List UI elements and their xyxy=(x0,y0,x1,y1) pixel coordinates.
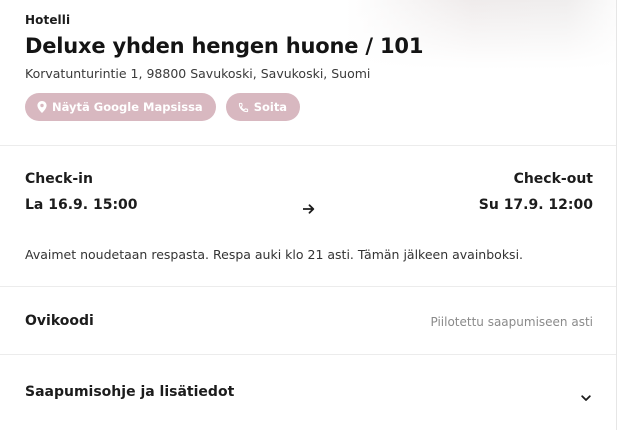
divider xyxy=(0,145,616,146)
arrival-info-label: Saapumisohje ja lisätiedot xyxy=(25,384,235,400)
phone-icon xyxy=(238,102,249,113)
arrow-right-icon xyxy=(302,199,315,218)
checkin-checkout-row: Check-in La 16.9. 15:00 Check-out Su 17.… xyxy=(25,171,593,215)
google-maps-button[interactable]: Näytä Google Mapsissa xyxy=(25,93,216,121)
checkin-value: La 16.9. 15:00 xyxy=(25,197,138,213)
property-address: Korvatunturintie 1, 98800 Savukoski, Sav… xyxy=(25,66,371,81)
property-type: Hotelli xyxy=(25,13,71,27)
checkout-label: Check-out xyxy=(513,171,593,187)
arrival-info-accordion[interactable]: Saapumisohje ja lisätiedot xyxy=(0,355,616,430)
google-maps-label: Näytä Google Mapsissa xyxy=(52,100,203,114)
room-title: Deluxe yhden hengen huone / 101 xyxy=(25,34,424,58)
property-header: Hotelli Deluxe yhden hengen huone / 101 … xyxy=(25,13,596,121)
location-pin-icon xyxy=(37,101,47,113)
divider xyxy=(0,286,616,287)
checkout-value: Su 17.9. 12:00 xyxy=(478,197,593,213)
call-button[interactable]: Soita xyxy=(225,93,301,121)
call-label: Soita xyxy=(253,100,288,114)
chevron-down-icon[interactable] xyxy=(581,387,591,406)
checkin-label: Check-in xyxy=(25,171,93,187)
key-pickup-note: Avaimet noudetaan respasta. Respa auki k… xyxy=(25,247,524,262)
booking-card: Hotelli Deluxe yhden hengen huone / 101 … xyxy=(0,0,617,430)
door-code-status: Piilotettu saapumiseen asti xyxy=(430,315,593,329)
action-chips: Näytä Google Mapsissa Soita xyxy=(25,93,596,121)
door-code-label: Ovikoodi xyxy=(25,313,94,329)
